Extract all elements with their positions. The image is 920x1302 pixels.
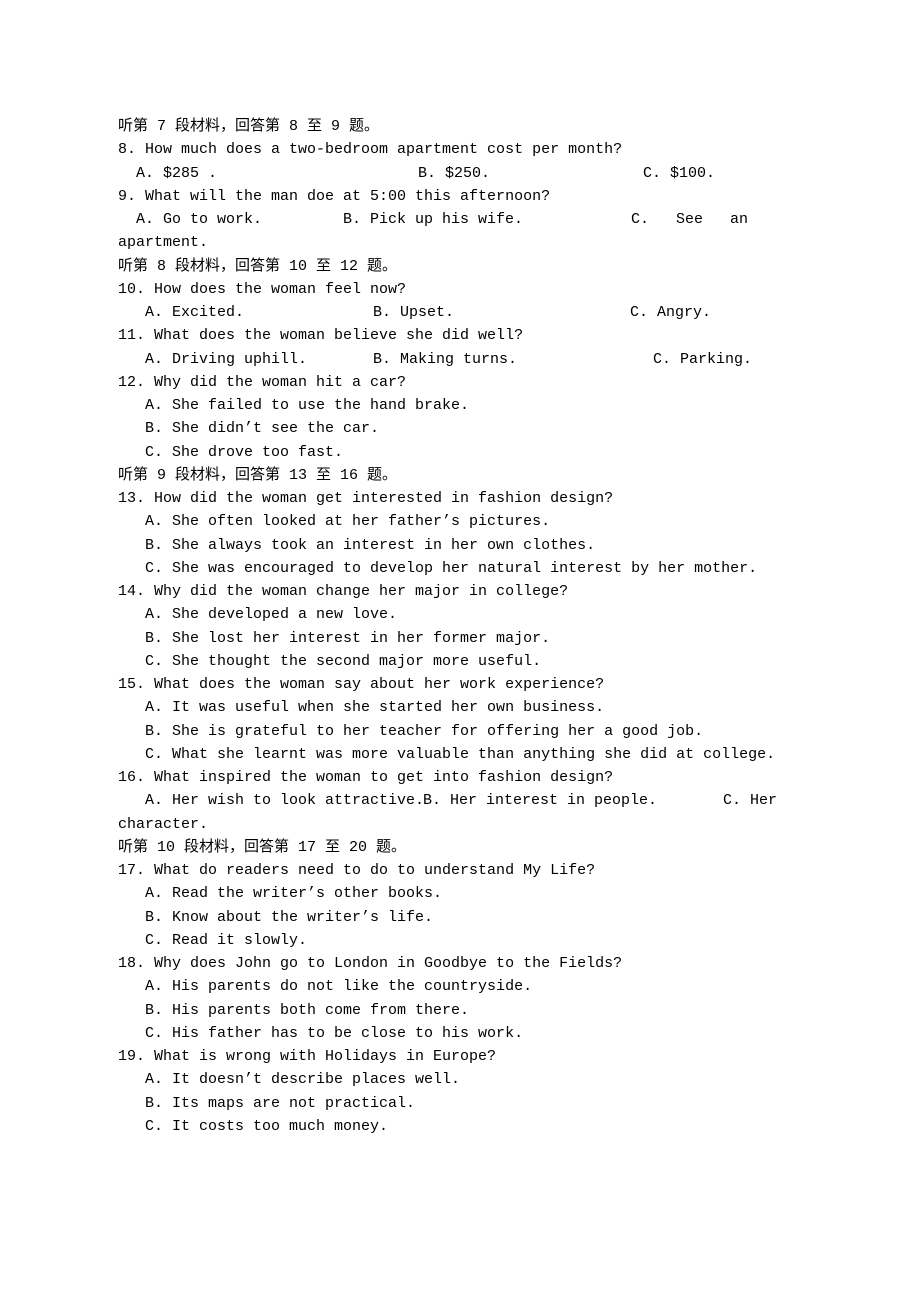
option-a[interactable]: A. Read the writer’s other books.: [118, 882, 802, 905]
option-c[interactable]: C. It costs too much money.: [118, 1115, 802, 1138]
option-b[interactable]: B. She lost her interest in her former m…: [118, 627, 802, 650]
question-12: 12. Why did the woman hit a car? A. She …: [118, 371, 802, 464]
option-b[interactable]: B. Upset.: [373, 301, 630, 324]
option-c[interactable]: C. Parking.: [653, 348, 752, 371]
question-16: 16. What inspired the woman to get into …: [118, 766, 802, 836]
question-stem: 19. What is wrong with Holidays in Europ…: [118, 1045, 802, 1068]
option-c[interactable]: C. She thought the second major more use…: [118, 650, 802, 673]
option-a[interactable]: A. She often looked at her father’s pict…: [118, 510, 802, 533]
option-a[interactable]: A. She developed a new love.: [118, 603, 802, 626]
option-b[interactable]: B. She is grateful to her teacher for of…: [118, 720, 802, 743]
option-b[interactable]: B. $250.: [418, 162, 643, 185]
question-stem: 14. Why did the woman change her major i…: [118, 580, 802, 603]
question-15: 15. What does the woman say about her wo…: [118, 673, 802, 766]
question-13: 13. How did the woman get interested in …: [118, 487, 802, 580]
option-c[interactable]: C. His father has to be close to his wor…: [118, 1022, 802, 1045]
options-row: A. Go to work. B. Pick up his wife. C. S…: [118, 208, 802, 231]
option-a[interactable]: A. She failed to use the hand brake.: [118, 394, 802, 417]
options-row: A. Driving uphill. B. Making turns. C. P…: [118, 348, 802, 371]
option-c[interactable]: C. Read it slowly.: [118, 929, 802, 952]
question-8: 8. How much does a two-bedroom apartment…: [118, 138, 802, 185]
question-stem: 12. Why did the woman hit a car?: [118, 371, 802, 394]
option-a[interactable]: A. Driving uphill.: [118, 348, 373, 371]
question-stem: 13. How did the woman get interested in …: [118, 487, 802, 510]
option-b[interactable]: B. Know about the writer’s life.: [118, 906, 802, 929]
options-row: A. Her wish to look attractive. B. Her i…: [118, 789, 802, 812]
question-stem: 16. What inspired the woman to get into …: [118, 766, 802, 789]
option-b[interactable]: B. Her interest in people.: [423, 789, 723, 812]
option-a[interactable]: A. It doesn’t describe places well.: [118, 1068, 802, 1091]
option-c-part1[interactable]: C. See an: [631, 208, 748, 231]
section-7-intro: 听第 7 段材料，回答第 8 至 9 题。: [118, 115, 802, 138]
option-b[interactable]: B. Pick up his wife.: [343, 208, 631, 231]
question-stem: 9. What will the man doe at 5:00 this af…: [118, 185, 802, 208]
option-c-part2[interactable]: character.: [118, 813, 802, 836]
option-b[interactable]: B. His parents both come from there.: [118, 999, 802, 1022]
option-a[interactable]: A. Excited.: [118, 301, 373, 324]
option-a[interactable]: A. Go to work.: [118, 208, 343, 231]
option-b[interactable]: B. Making turns.: [373, 348, 653, 371]
option-c-part1[interactable]: C. Her: [723, 789, 777, 812]
question-19: 19. What is wrong with Holidays in Europ…: [118, 1045, 802, 1138]
option-a[interactable]: A. Her wish to look attractive.: [118, 789, 423, 812]
option-c-part2[interactable]: apartment.: [118, 231, 802, 254]
option-c[interactable]: C. Angry.: [630, 301, 711, 324]
option-a[interactable]: A. It was useful when she started her ow…: [118, 696, 802, 719]
question-stem: 18. Why does John go to London in Goodby…: [118, 952, 802, 975]
question-14: 14. Why did the woman change her major i…: [118, 580, 802, 673]
option-b[interactable]: B. She always took an interest in her ow…: [118, 534, 802, 557]
question-stem: 17. What do readers need to do to unders…: [118, 859, 802, 882]
options-row: A. $285 . B. $250. C. $100.: [118, 162, 802, 185]
option-a[interactable]: A. His parents do not like the countrysi…: [118, 975, 802, 998]
exam-page: 听第 7 段材料，回答第 8 至 9 题。 8. How much does a…: [0, 0, 920, 1302]
option-c[interactable]: C. She drove too fast.: [118, 441, 802, 464]
option-a[interactable]: A. $285 .: [118, 162, 418, 185]
question-stem: 8. How much does a two-bedroom apartment…: [118, 138, 802, 161]
option-c[interactable]: C. What she learnt was more valuable tha…: [118, 743, 802, 766]
option-b[interactable]: B. Its maps are not practical.: [118, 1092, 802, 1115]
question-stem: 15. What does the woman say about her wo…: [118, 673, 802, 696]
option-c[interactable]: C. $100.: [643, 162, 715, 185]
question-10: 10. How does the woman feel now? A. Exci…: [118, 278, 802, 325]
question-stem: 10. How does the woman feel now?: [118, 278, 802, 301]
question-11: 11. What does the woman believe she did …: [118, 324, 802, 371]
question-17: 17. What do readers need to do to unders…: [118, 859, 802, 952]
question-18: 18. Why does John go to London in Goodby…: [118, 952, 802, 1045]
section-8-intro: 听第 8 段材料，回答第 10 至 12 题。: [118, 255, 802, 278]
option-c[interactable]: C. She was encouraged to develop her nat…: [118, 557, 802, 580]
option-b[interactable]: B. She didn’t see the car.: [118, 417, 802, 440]
options-row: A. Excited. B. Upset. C. Angry.: [118, 301, 802, 324]
section-9-intro: 听第 9 段材料，回答第 13 至 16 题。: [118, 464, 802, 487]
section-10-intro: 听第 10 段材料，回答第 17 至 20 题。: [118, 836, 802, 859]
question-stem: 11. What does the woman believe she did …: [118, 324, 802, 347]
question-9: 9. What will the man doe at 5:00 this af…: [118, 185, 802, 255]
